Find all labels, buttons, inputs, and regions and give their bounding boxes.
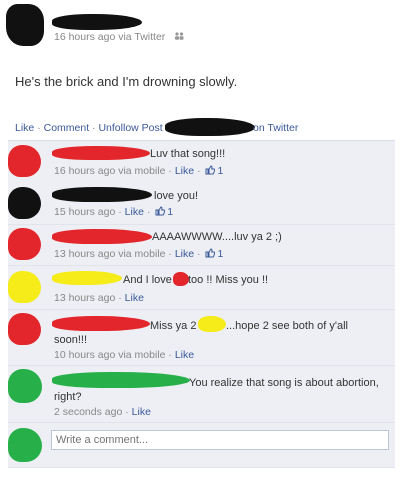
redacted-name-3: [52, 229, 152, 244]
comment-3-text: AAAAWWWW....luv ya 2 ;): [152, 231, 282, 243]
redacted-avatar-4: [8, 271, 41, 303]
comment-2-like[interactable]: Like: [125, 206, 144, 218]
write-comment-input[interactable]: [51, 430, 389, 450]
post-actions: Like · Comment · Unfollow Post: [15, 122, 163, 134]
redacted-avatar-6: [8, 369, 42, 403]
thumbs-up-icon: [205, 165, 216, 175]
redacted-avatar-5: [8, 313, 41, 345]
thumbs-up-icon: [155, 206, 166, 216]
redacted-avatar: [6, 4, 44, 46]
comment-6-like[interactable]: Like: [132, 406, 151, 418]
comment-3-like[interactable]: Like: [175, 248, 194, 260]
twitter-suffix[interactable]: on Twitter: [253, 122, 298, 134]
redacted-name-2: [52, 187, 152, 202]
comment-4-like[interactable]: Like: [125, 292, 144, 304]
comment-3-meta: 13 hours ago via mobile · Like · 1: [54, 248, 224, 260]
comment-2-meta: 15 hours ago · Like · 1: [54, 206, 174, 218]
comment-5-like[interactable]: Like: [175, 349, 194, 361]
comment-4-text-a: And I love: [123, 274, 172, 286]
comment-5-meta: 10 hours ago via mobile · Like: [54, 349, 195, 361]
privacy-icon: [174, 31, 185, 40]
comment-2-text: love you!: [154, 190, 199, 202]
redacted-avatar-1: [8, 145, 41, 177]
redacted-twitter-name: [165, 118, 255, 136]
comment-4-text-b: too !! Miss you !!: [188, 274, 269, 286]
thumbs-up-icon: [205, 248, 216, 258]
post-timestamp[interactable]: 16 hours ago via Twitter: [54, 31, 165, 43]
comment-1-meta: 16 hours ago via mobile · Like · 1: [54, 165, 224, 177]
redacted-mention-4: [173, 272, 189, 286]
comment-1-like[interactable]: Like: [175, 165, 194, 177]
comment-6-text-b: right?: [54, 391, 82, 403]
redacted-author-name: [52, 14, 142, 30]
comment-4-meta: 13 hours ago · Like: [54, 292, 144, 304]
comment-6-meta: 2 seconds ago · Like: [54, 406, 151, 418]
redacted-avatar-3: [8, 228, 41, 260]
post-text: He's the brick and I'm drowning slowly.: [15, 74, 238, 89]
redacted-name-4: [52, 271, 122, 285]
redacted-name-1: [52, 146, 150, 160]
post-meta: 16 hours ago via Twitter: [54, 31, 185, 43]
comment-link[interactable]: Comment: [44, 122, 90, 134]
comment-5-text-b: ...hope 2 see both of y'all: [226, 320, 348, 332]
like-link[interactable]: Like: [15, 122, 34, 134]
comment-5-text-a: Miss ya 2: [150, 320, 197, 332]
redacted-mention-5: [198, 316, 226, 332]
unfollow-post-link[interactable]: Unfollow Post: [98, 122, 162, 134]
redacted-name-5: [52, 316, 150, 331]
comment-5-text-c: soon!!!: [54, 334, 88, 346]
comment-6-text-a: You realize that song is about abortion,: [189, 377, 379, 389]
redacted-composer-avatar: [8, 428, 42, 462]
redacted-avatar-2: [8, 187, 41, 219]
comment-1-text: Luv that song!!!: [150, 148, 226, 160]
redacted-name-6: [52, 372, 190, 388]
